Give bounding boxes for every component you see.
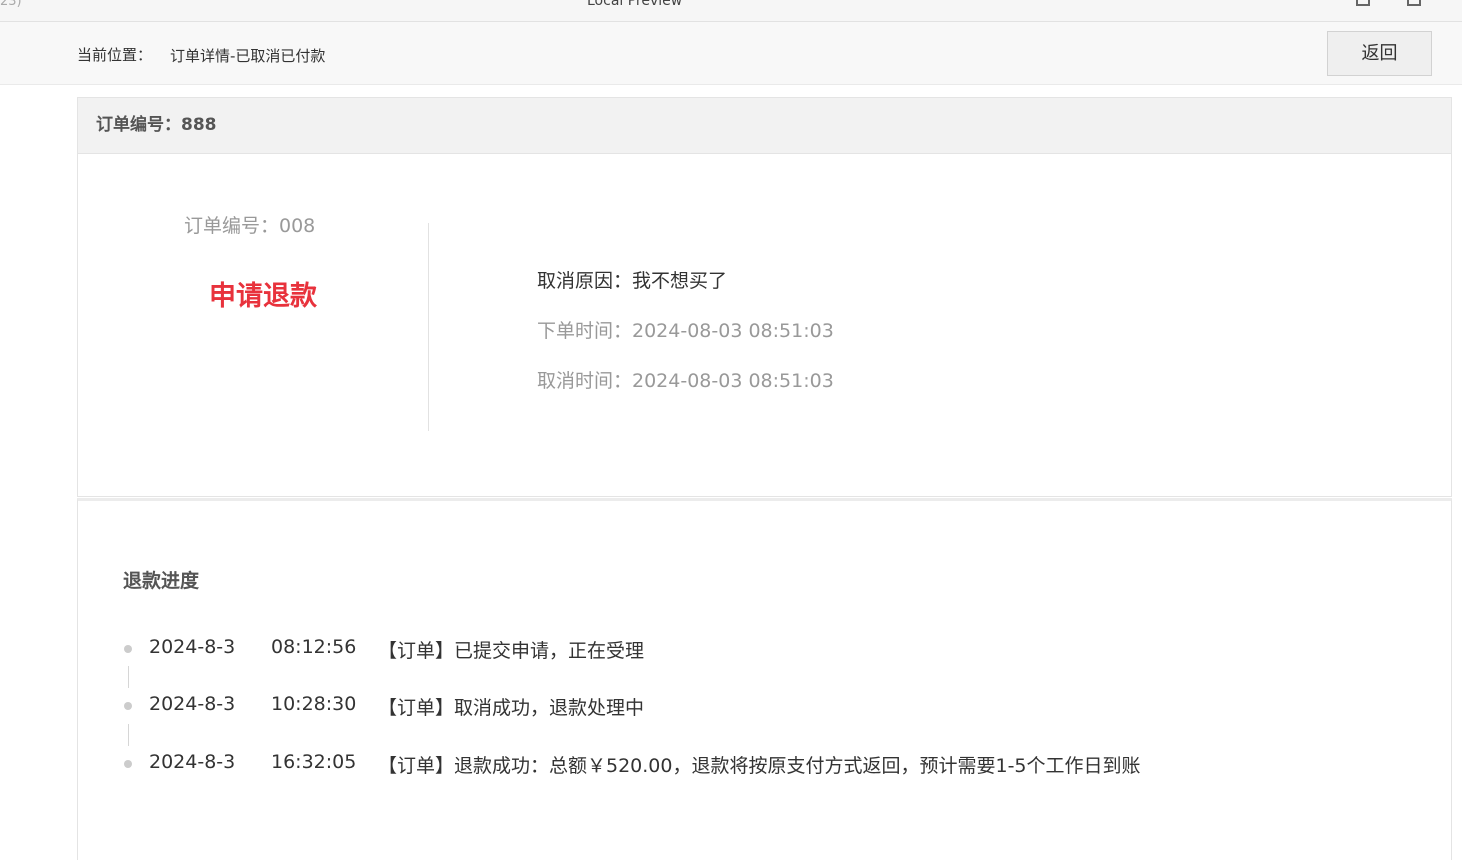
timeline-connector [128, 666, 129, 688]
order-status: 申请退款 [209, 281, 317, 312]
step-date: 2024-8-3 [149, 693, 236, 715]
titlebar-left-text: 23) [0, 0, 22, 9]
step-message: 【订单】取消成功，退款处理中 [378, 697, 645, 719]
step-time: 16:32:05 [271, 751, 357, 773]
cancel-time: 取消时间：2024-08-03 08:51:03 [537, 370, 834, 392]
order-number: 订单编号：008 [184, 215, 316, 237]
window-titlebar: 23) Local Preview [0, 0, 1462, 22]
step-date: 2024-8-3 [149, 636, 236, 658]
breadcrumb-current: 订单详情-已取消已付款 [170, 47, 326, 65]
timeline-dot-icon [124, 645, 132, 653]
timeline-connector [128, 724, 129, 746]
export-icon[interactable] [1407, 0, 1421, 6]
order-panel-header: 订单编号：888 [78, 98, 1451, 154]
order-summary-panel: 订单编号：888 订单编号：008 申请退款 取消原因：我不想买了 下单时间：2… [77, 97, 1452, 497]
window-title: Local Preview [587, 0, 683, 9]
refund-progress-section: 退款进度 2024-8-3 08:12:56 【订单】已提交申请，正在受理 20… [77, 498, 1452, 860]
step-message: 【订单】退款成功：总额￥520.00，退款将按原支付方式返回，预计需要1-5个工… [378, 755, 1141, 777]
timeline-dot-icon [124, 702, 132, 710]
cancel-reason: 取消原因：我不想买了 [537, 270, 728, 292]
vertical-divider [428, 223, 429, 431]
timeline-dot-icon [124, 760, 132, 768]
step-message: 【订单】已提交申请，正在受理 [378, 640, 645, 662]
step-time: 08:12:56 [271, 636, 357, 658]
save-icon[interactable] [1356, 0, 1370, 6]
refund-progress-title: 退款进度 [123, 570, 200, 592]
breadcrumb-label: 当前位置： [77, 46, 153, 64]
breadcrumb-bar: 当前位置： 订单详情-已取消已付款 返回 [0, 22, 1462, 85]
step-time: 10:28:30 [271, 693, 357, 715]
order-time: 下单时间：2024-08-03 08:51:03 [537, 320, 834, 342]
back-button[interactable]: 返回 [1327, 31, 1432, 76]
step-date: 2024-8-3 [149, 751, 236, 773]
